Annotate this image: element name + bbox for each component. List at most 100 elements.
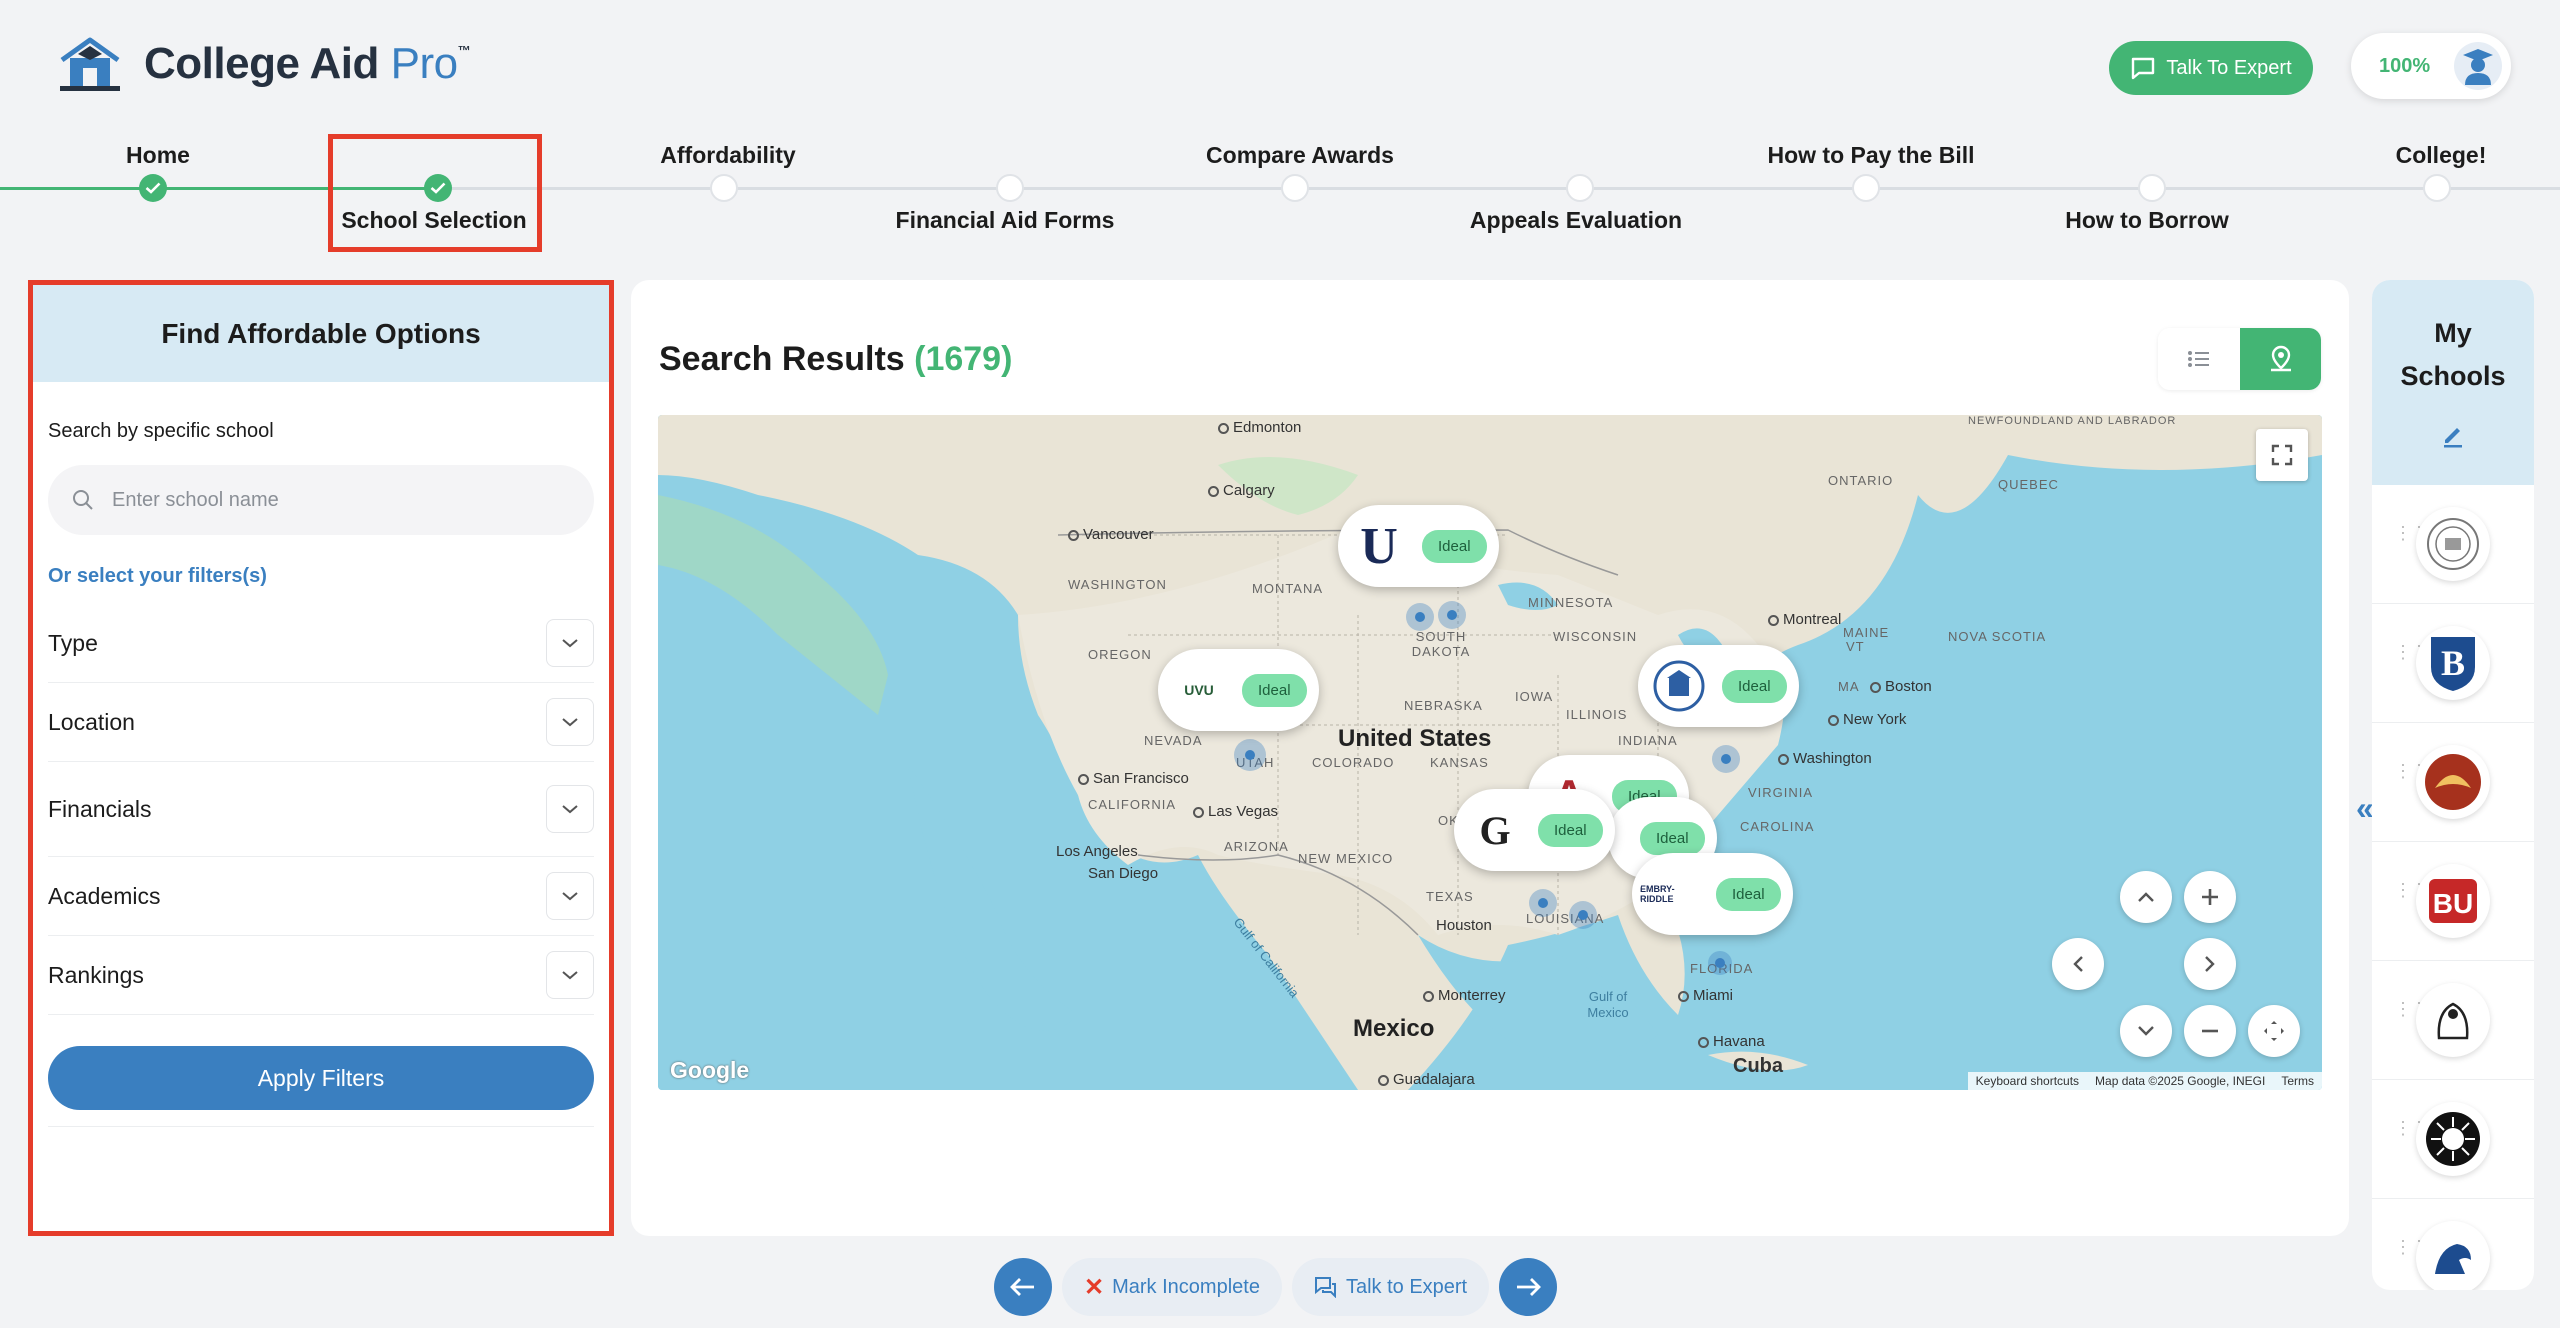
terms-link[interactable]: Terms (2281, 1074, 2314, 1088)
school-selection-highlight (328, 134, 542, 252)
step-home-label[interactable]: Home (126, 142, 190, 169)
step-how-to-pay-label[interactable]: How to Pay the Bill (1767, 142, 1974, 169)
ideal-badge: Ideal (1640, 821, 1705, 855)
chevron-down-icon[interactable] (546, 951, 594, 999)
map-pin-school-u[interactable]: U Ideal (1338, 505, 1499, 587)
map-pan-up-icon[interactable] (2120, 871, 2172, 923)
talk-to-expert-bottom-button[interactable]: Talk to Expert (1291, 1258, 1490, 1316)
filter-panel-title: Find Affordable Options (33, 285, 609, 382)
talk-to-expert-button[interactable]: Talk To Expert (2109, 41, 2313, 95)
fullscreen-icon[interactable] (2256, 429, 2308, 481)
results-map[interactable]: Edmonton Calgary Vancouver Montreal Bost… (658, 415, 2322, 1090)
school-b-shield-icon: B (2416, 626, 2490, 700)
chevron-down-icon[interactable] (546, 698, 594, 746)
map-pan-left-icon[interactable] (2052, 938, 2104, 990)
my-schools-header: My Schools (2372, 280, 2534, 485)
filters-hint: Or select your filters(s) (48, 565, 267, 587)
my-school-item[interactable]: ⋮⋮ B (2372, 604, 2534, 723)
filter-academics[interactable]: Academics (48, 857, 594, 936)
map-pin-school-uvu[interactable]: UVU Ideal (1158, 649, 1319, 731)
map-pan-right-icon[interactable] (2184, 938, 2236, 990)
map-view-icon[interactable] (2240, 328, 2321, 390)
keyboard-shortcuts-link[interactable]: Keyboard shortcuts (1976, 1074, 2079, 1088)
filter-location-label: Location (48, 708, 135, 735)
map-pin-school-g[interactable]: G Ideal (1454, 789, 1615, 871)
school-bu-icon: BU (2416, 864, 2490, 938)
divider (48, 1126, 594, 1127)
google-logo: Google (670, 1057, 750, 1083)
ideal-badge: Ideal (1538, 813, 1603, 847)
chevron-down-icon[interactable] (546, 785, 594, 833)
chevron-down-icon[interactable] (546, 619, 594, 667)
talk-to-expert-bottom-label: Talk to Expert (1345, 1275, 1468, 1298)
ideal-badge: Ideal (1422, 529, 1487, 563)
step-affordability-label[interactable]: Affordability (660, 142, 795, 169)
profile-progress[interactable]: 100% (2351, 33, 2511, 99)
my-school-item[interactable]: ⋮⋮ (2372, 961, 2534, 1080)
step-affordability-dot[interactable] (710, 174, 738, 202)
map-zoom-out-icon[interactable] (2184, 1005, 2236, 1057)
my-school-item[interactable]: ⋮⋮ BU (2372, 842, 2534, 961)
app-logo[interactable]: College Aid Pro™ (56, 34, 471, 94)
step-appeals-evaluation-label[interactable]: Appeals Evaluation (1470, 207, 1682, 234)
search-school-label: Search by specific school (48, 420, 274, 442)
filter-academics-label: Academics (48, 882, 161, 909)
list-view-icon[interactable] (2158, 328, 2240, 390)
school-logo-u: U (1346, 513, 1412, 579)
step-financial-aid-forms-label[interactable]: Financial Aid Forms (896, 207, 1115, 234)
filter-financials[interactable]: Financials (48, 762, 594, 857)
ideal-badge: Ideal (1242, 673, 1307, 707)
chat-icon (2132, 57, 2155, 80)
my-school-item[interactable]: ⋮⋮ (2372, 1080, 2534, 1199)
step-appeals-evaluation-dot[interactable] (1566, 174, 1594, 202)
step-how-to-pay-dot[interactable] (1852, 174, 1880, 202)
school-logo-university (1646, 653, 1712, 719)
map-pin-school-embry-riddle[interactable]: EMBRY-RIDDLE Ideal (1632, 853, 1793, 935)
school-logo-uvu: UVU (1166, 657, 1232, 723)
apply-filters-button[interactable]: Apply Filters (48, 1046, 594, 1110)
map-pan-down-icon[interactable] (2120, 1005, 2172, 1057)
map-pin-school-university[interactable]: Ideal (1638, 645, 1799, 727)
school-search-placeholder: Enter school name (112, 488, 279, 511)
view-toggle[interactable] (2158, 328, 2321, 390)
my-school-item[interactable]: ⋮⋮ (2372, 485, 2534, 604)
mark-incomplete-button[interactable]: ✕ Mark Incomplete (1062, 1258, 1282, 1316)
school-mascot-icon (2416, 1221, 2490, 1290)
previous-arrow-icon[interactable] (994, 1258, 1052, 1316)
school-logo-g: G (1462, 797, 1528, 863)
filter-type[interactable]: Type (48, 604, 594, 683)
ideal-badge: Ideal (1722, 669, 1787, 703)
my-school-item[interactable]: ⋮⋮ (2372, 1199, 2534, 1290)
brand-name: College Aid Pro™ (144, 39, 471, 88)
filter-location[interactable]: Location (48, 683, 594, 762)
ideal-badge: Ideal (1716, 877, 1781, 911)
search-icon (73, 490, 93, 510)
school-seal-icon (2416, 507, 2490, 581)
chevron-down-icon[interactable] (546, 872, 594, 920)
results-count: (1679) (914, 340, 1013, 378)
filter-rankings-label: Rankings (48, 961, 144, 988)
close-icon: ✕ (1084, 1273, 1105, 1301)
map-attribution: Keyboard shortcuts Map data ©2025 Google… (1967, 1072, 2322, 1090)
map-recenter-icon[interactable] (2248, 1005, 2300, 1057)
step-how-to-borrow-dot[interactable] (2138, 174, 2166, 202)
filter-type-label: Type (48, 629, 98, 656)
progress-percent: 100% (2379, 54, 2431, 77)
step-college-label[interactable]: College! (2396, 142, 2487, 169)
step-compare-awards-label[interactable]: Compare Awards (1206, 142, 1394, 169)
filter-panel: Find Affordable Options Search by specif… (28, 280, 614, 1236)
step-financial-aid-forms-dot[interactable] (996, 174, 1024, 202)
school-logo-embry-riddle: EMBRY-RIDDLE (1640, 861, 1706, 927)
step-college-dot[interactable] (2423, 174, 2451, 202)
map-zoom-in-icon[interactable] (2184, 871, 2236, 923)
step-compare-awards-dot[interactable] (1281, 174, 1309, 202)
step-how-to-borrow-label[interactable]: How to Borrow (2065, 207, 2229, 234)
edit-pencil-icon[interactable] (2372, 420, 2534, 453)
my-school-item[interactable]: ⋮⋮ (2372, 723, 2534, 842)
school-search-input[interactable]: Enter school name (48, 465, 594, 535)
school-polar-bear-icon (2416, 983, 2490, 1057)
filter-rankings[interactable]: Rankings (48, 936, 594, 1015)
school-eagle-icon (2416, 745, 2490, 819)
next-arrow-icon[interactable] (1499, 1258, 1558, 1316)
step-home-check-icon[interactable] (139, 174, 167, 202)
